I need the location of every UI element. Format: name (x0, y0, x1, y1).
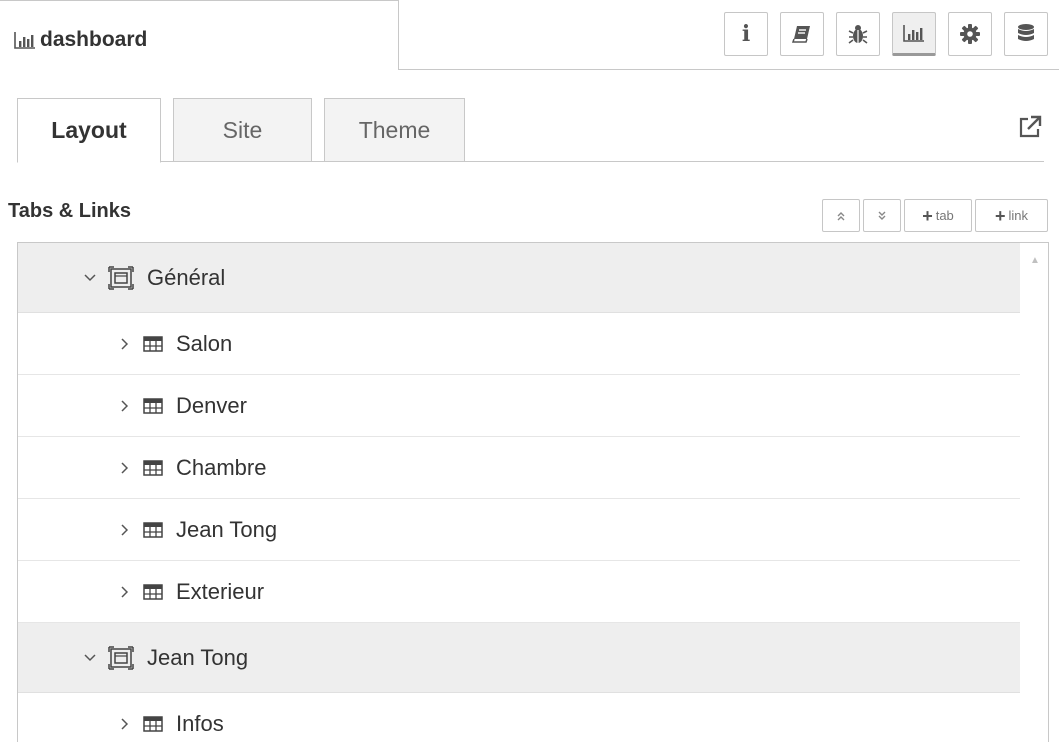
tree-tab-row[interactable]: Jean Tong (18, 623, 1020, 693)
chevron-down-icon[interactable] (82, 273, 98, 282)
dashboard-subtabs: Layout Site Theme (17, 98, 465, 163)
tree-group-row[interactable]: Jean Tong (18, 499, 1020, 561)
tree-tab-label: Jean Tong (147, 644, 249, 670)
chevron-right-icon[interactable] (117, 585, 133, 598)
scroll-up-arrow[interactable]: ▲ (1030, 255, 1042, 266)
database-icon (1017, 23, 1035, 45)
tree-group-row[interactable]: Denver (18, 375, 1020, 437)
bar-chart-icon (903, 24, 925, 42)
gear-icon (960, 24, 980, 44)
sidebar-title-label: dashboard (40, 28, 148, 51)
tree-toolbar: + tab + link (822, 199, 1048, 232)
double-chevron-up-icon (835, 210, 847, 222)
tree-group-row[interactable]: Exterieur (18, 561, 1020, 623)
tab-frame-icon (108, 645, 134, 670)
tree-group-label: Denver (176, 392, 247, 418)
help-button[interactable] (780, 12, 824, 56)
debug-button[interactable] (836, 12, 880, 56)
expand-all-button[interactable] (822, 199, 860, 232)
external-link-icon[interactable] (1017, 114, 1043, 140)
table-icon (143, 521, 163, 538)
info-button[interactable]: i (724, 12, 768, 56)
chevron-right-icon[interactable] (117, 523, 133, 536)
table-icon (143, 583, 163, 600)
tree-group-row[interactable]: Chambre (18, 437, 1020, 499)
sidebar-tab-dashboard[interactable]: dashboard (0, 0, 399, 70)
info-icon: i (741, 21, 751, 47)
chevron-right-icon[interactable] (117, 399, 133, 412)
table-icon (143, 335, 163, 352)
tree-group-label: Infos (176, 710, 224, 736)
dashboard-button[interactable] (892, 12, 936, 56)
tabs-links-tree[interactable]: ▲ Général Salon Denver Chambre Jean Tong… (17, 242, 1049, 742)
tree-group-label: Chambre (176, 454, 267, 480)
context-button[interactable] (1004, 12, 1048, 56)
table-icon (143, 459, 163, 476)
tab-frame-icon (108, 265, 134, 290)
chevron-down-icon[interactable] (82, 653, 98, 662)
add-tab-button[interactable]: + tab (904, 199, 972, 232)
tree-group-label: Salon (176, 330, 233, 356)
chevron-right-icon[interactable] (117, 717, 133, 730)
tree-group-label: Exterieur (176, 578, 265, 604)
sidebar-toolbar: i (724, 12, 1048, 56)
tree-group-row[interactable]: Infos (18, 693, 1020, 742)
tab-site[interactable]: Site (173, 98, 312, 162)
bug-icon (848, 23, 868, 45)
add-link-label: link (1008, 208, 1029, 223)
sidebar-title: dashboard (14, 25, 147, 55)
tab-layout[interactable]: Layout (17, 98, 161, 163)
chevron-right-icon[interactable] (117, 337, 133, 350)
chevron-right-icon[interactable] (117, 461, 133, 474)
table-icon (143, 397, 163, 414)
tab-theme[interactable]: Theme (324, 98, 465, 162)
table-icon (143, 715, 163, 732)
collapse-all-button[interactable] (863, 199, 901, 232)
config-button[interactable] (948, 12, 992, 56)
tree-group-label: Jean Tong (176, 516, 278, 542)
plus-icon: + (922, 205, 933, 226)
tree-tab-row[interactable]: Général (18, 243, 1020, 313)
tree-group-row[interactable]: Salon (18, 313, 1020, 375)
book-icon (792, 25, 812, 43)
double-chevron-down-icon (876, 210, 888, 222)
plus-icon: + (994, 205, 1006, 226)
bar-chart-icon (14, 31, 36, 49)
header-divider (399, 69, 1059, 70)
tree-tab-label: Général (147, 264, 226, 290)
add-tab-label: tab (935, 208, 954, 223)
tabs-links-heading: Tabs & Links (8, 200, 131, 222)
add-link-button[interactable]: + link (975, 199, 1048, 232)
